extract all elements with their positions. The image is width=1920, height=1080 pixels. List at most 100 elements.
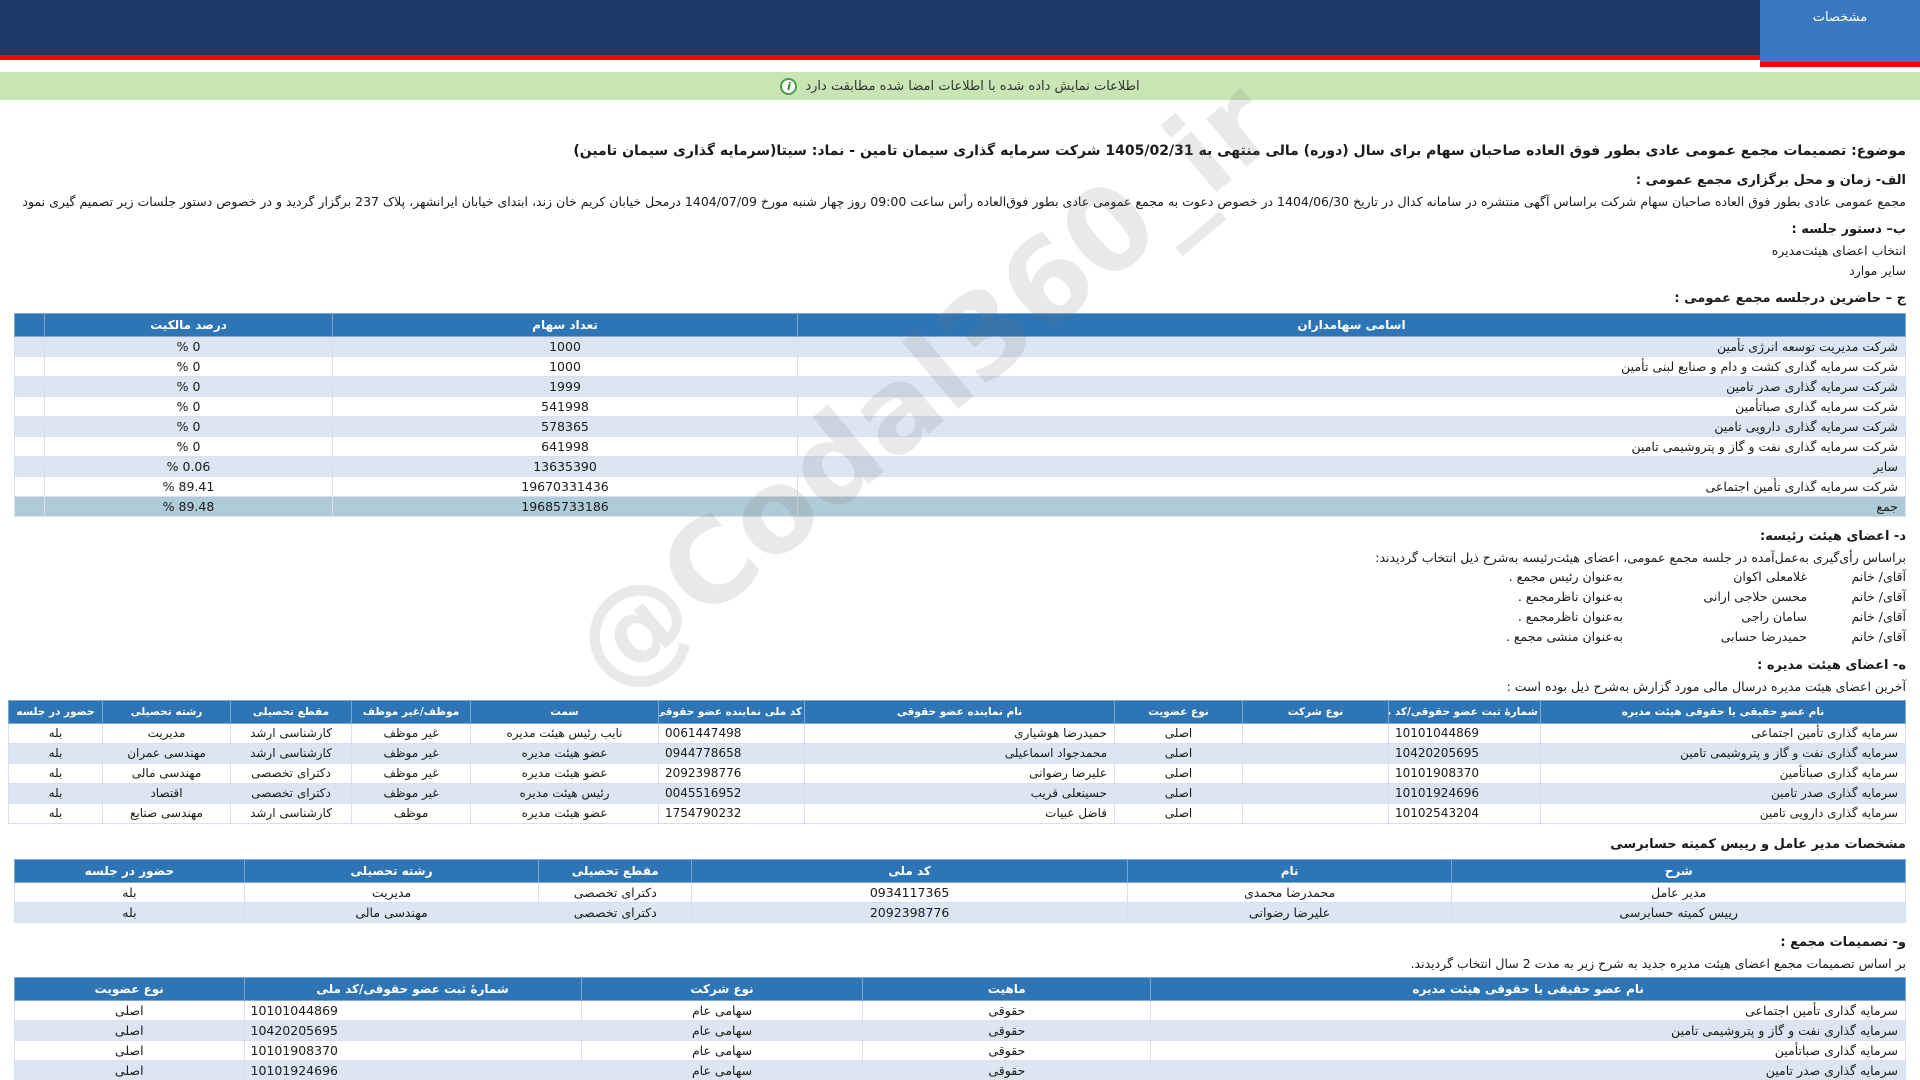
col-header-degree-level: مقطع تحصیلی <box>538 859 693 883</box>
table-cell: مهندسی مالی <box>102 763 231 784</box>
table-cell: شرکت سرمایه گذاری صباتأمین <box>797 396 1906 417</box>
table-cell: کارشناسی ارشد <box>230 743 352 764</box>
table-cell: 1999 <box>332 376 798 397</box>
table-row: مدیر عامل محمدرضا محمدی 0934117365 دکترای ت… <box>14 882 1906 903</box>
col-header-member-name: نام عضو حقیقی یا حقوقی هیئت مدیره <box>1150 977 1906 1001</box>
col-header-name: نام <box>1126 859 1453 883</box>
col-header-national-id: کد ملی <box>691 859 1128 883</box>
managers-table-body: مدیر عامل محمدرضا محمدی 0934117365 دکترای ت… <box>14 882 1906 923</box>
signature-match-notice: اطلاعات نمایش داده شده با اطلاعات امضا ش… <box>0 72 1920 100</box>
table-cell <box>1242 803 1389 824</box>
table-row: شرکت سرمایه گذاری دارویی تامین 578365% 0 <box>14 416 1906 437</box>
table-row: سرمایه گذاری نفت و گاز و پتروشیمی تامین ح… <box>14 1020 1906 1041</box>
member-role: به‌عنوان ناظرمجمع . <box>1517 609 1624 624</box>
table-row: شرکت سرمایه گذاری صباتأمین 541998% 0 <box>14 396 1906 417</box>
managers-header-row: شرح نام کد ملی مقطع تحصیلی رشته تحصیلی ح… <box>14 859 1906 883</box>
decisions-header-row: نام عضو حقیقی یا حقوقی هیئت مدیره ماهیت … <box>14 977 1906 1001</box>
table-cell: 1754790232 <box>658 803 805 824</box>
table-cell: محمدرضا محمدی <box>1126 882 1453 903</box>
report-content: موضوع: تصمیمات مجمع عمومی عادی بطور فوق … <box>0 142 1920 1080</box>
section-title-board-members: ه- اعضای هیئت مدیره : <box>1757 658 1906 673</box>
col-header-representative-name: نام نماینده عضو حقوقی <box>804 700 1115 724</box>
board-table-body: سرمایه گذاری تأمین اجتماعی 10101044869 اصل… <box>8 723 1906 824</box>
col-header-blank <box>14 313 45 337</box>
member-prefix: آقای/ خانم <box>1851 629 1906 644</box>
notice-text: اطلاعات نمایش داده شده با اطلاعات امضا ش… <box>805 78 1140 94</box>
table-cell <box>1242 763 1389 784</box>
table-cell: اصلی <box>1114 803 1243 824</box>
section-title-presiding-board: د- اعضای هیئت رئیسه: <box>1760 529 1906 544</box>
table-cell: اصلی <box>14 1060 245 1080</box>
presiding-member-line: آقای/ خانم غلامعلی اکوان به‌عنوان رئیس م… <box>14 568 1906 586</box>
table-cell <box>14 356 45 377</box>
table-cell: 541998 <box>332 396 798 417</box>
table-cell: دکترای تخصصی <box>538 882 693 903</box>
table-cell: شرکت سرمایه گذاری دارویی تامین <box>797 416 1906 437</box>
table-cell: سهامی عام <box>580 1020 864 1041</box>
table-cell: کارشناسی ارشد <box>230 803 352 824</box>
table-cell: 0045516952 <box>658 783 805 804</box>
table-cell: شرکت سرمایه گذاری تأمین اجتماعی <box>797 476 1906 497</box>
col-header-company-type: نوع شرکت <box>580 977 864 1001</box>
table-cell: حقوقی <box>862 1000 1152 1021</box>
col-header-position: سمت <box>470 700 659 724</box>
table-cell: % 89.48 <box>44 496 333 517</box>
table-cell: بله <box>8 743 103 764</box>
table-cell: اصلی <box>1114 723 1243 744</box>
table-cell: 2092398776 <box>658 763 805 784</box>
table-cell: بله <box>14 902 245 923</box>
col-header-registration-number: شمارهٔ ثبت عضو حقوقی/کد ملی <box>1388 700 1541 724</box>
table-cell: سرمایه گذاری صدر تامین <box>1540 783 1906 804</box>
col-header-field-of-study: رشته تحصیلی <box>102 700 231 724</box>
col-header-attendance: حضور در جلسه <box>8 700 103 724</box>
table-row: شرکت مدیریت توسعه انرژی تأمین 1000% 0 <box>14 336 1906 357</box>
table-cell: 10101908370 <box>1388 763 1541 784</box>
section-title-agenda: ب– دستور جلسه : <box>1791 222 1906 237</box>
table-cell: اصلی <box>14 1000 245 1021</box>
assembly-time-place-text: مجمع عمومی عادی بطور فوق العاده صاحبان س… <box>22 194 1906 209</box>
table-cell: سهامی عام <box>580 1000 864 1021</box>
table-cell: 19685733186 <box>332 496 798 517</box>
table-cell <box>14 476 45 497</box>
table-row: سرمایه گذاری صدر تامین 10101924696 اصلی حسی… <box>8 783 1906 804</box>
managers-table: شرح نام کد ملی مقطع تحصیلی رشته تحصیلی ح… <box>14 859 1906 923</box>
col-header-shareholder-name: اسامی سهامداران <box>797 313 1906 337</box>
col-header-ownership-percent: درصد مالکیت <box>44 313 333 337</box>
col-header-share-count: تعداد سهام <box>332 313 798 337</box>
shareholders-header-row: اسامی سهامداران تعداد سهام درصد مالکیت <box>14 313 1906 337</box>
member-name: محسن حلاجی ارانی <box>1703 589 1808 604</box>
table-cell: حمیدرضا هوشیاری <box>804 723 1115 744</box>
tab-specifications-label: مشخصات <box>1812 10 1868 25</box>
tab-specifications[interactable]: مشخصات <box>1760 0 1920 67</box>
table-cell: فاضل عبیات <box>804 803 1115 824</box>
table-cell <box>14 456 45 477</box>
table-cell: رییس کمیته حسابرسی <box>1451 902 1906 923</box>
header-red-line <box>0 55 1920 60</box>
table-cell: بله <box>14 882 245 903</box>
board-members-intro: آخرین اعضای هیئت مدیره درسال مالی مورد گ… <box>1506 679 1906 694</box>
table-cell: غیر موظف <box>351 743 471 764</box>
table-cell: 10420205695 <box>1388 743 1541 764</box>
table-cell: مدیر عامل <box>1451 882 1906 903</box>
member-name: غلامعلی اکوان <box>1733 569 1808 584</box>
top-header-bar: مشخصات <box>0 0 1920 72</box>
table-cell: مهندسی عمران <box>102 743 231 764</box>
table-cell: عضو هیئت مدیره <box>470 763 659 784</box>
table-cell: سهامی عام <box>580 1060 864 1080</box>
table-cell: بله <box>8 723 103 744</box>
table-row: سرمایه گذاری صباتأمین 10101908370 اصلی علیر… <box>8 763 1906 784</box>
table-cell: حسینعلی قریب <box>804 783 1115 804</box>
table-cell: 10101924696 <box>243 1060 582 1080</box>
table-cell: دکترای تخصصی <box>230 783 352 804</box>
table-cell <box>14 436 45 457</box>
col-header-representative-national-id: کد ملی نماینده عضو حقوقی <box>658 700 805 724</box>
presiding-member-line: آقای/ خانم حمیدرضا حسابی به‌عنوان منشی م… <box>14 628 1906 646</box>
table-cell <box>1242 743 1389 764</box>
table-cell: % 0.06 <box>44 456 333 477</box>
table-cell: علیرضا رضوانی <box>804 763 1115 784</box>
section-title-time-place: الف- زمان و محل برگزاری مجمع عمومی : <box>1635 173 1906 188</box>
table-cell: رئیس هیئت مدیره <box>470 783 659 804</box>
table-cell: سرمایه گذاری نفت و گاز و پتروشیمی تامین <box>1150 1020 1906 1041</box>
board-header-row: نام عضو حقیقی یا حقوقی هیئت مدیره شمارهٔ… <box>8 700 1906 724</box>
col-header-description: شرح <box>1451 859 1906 883</box>
